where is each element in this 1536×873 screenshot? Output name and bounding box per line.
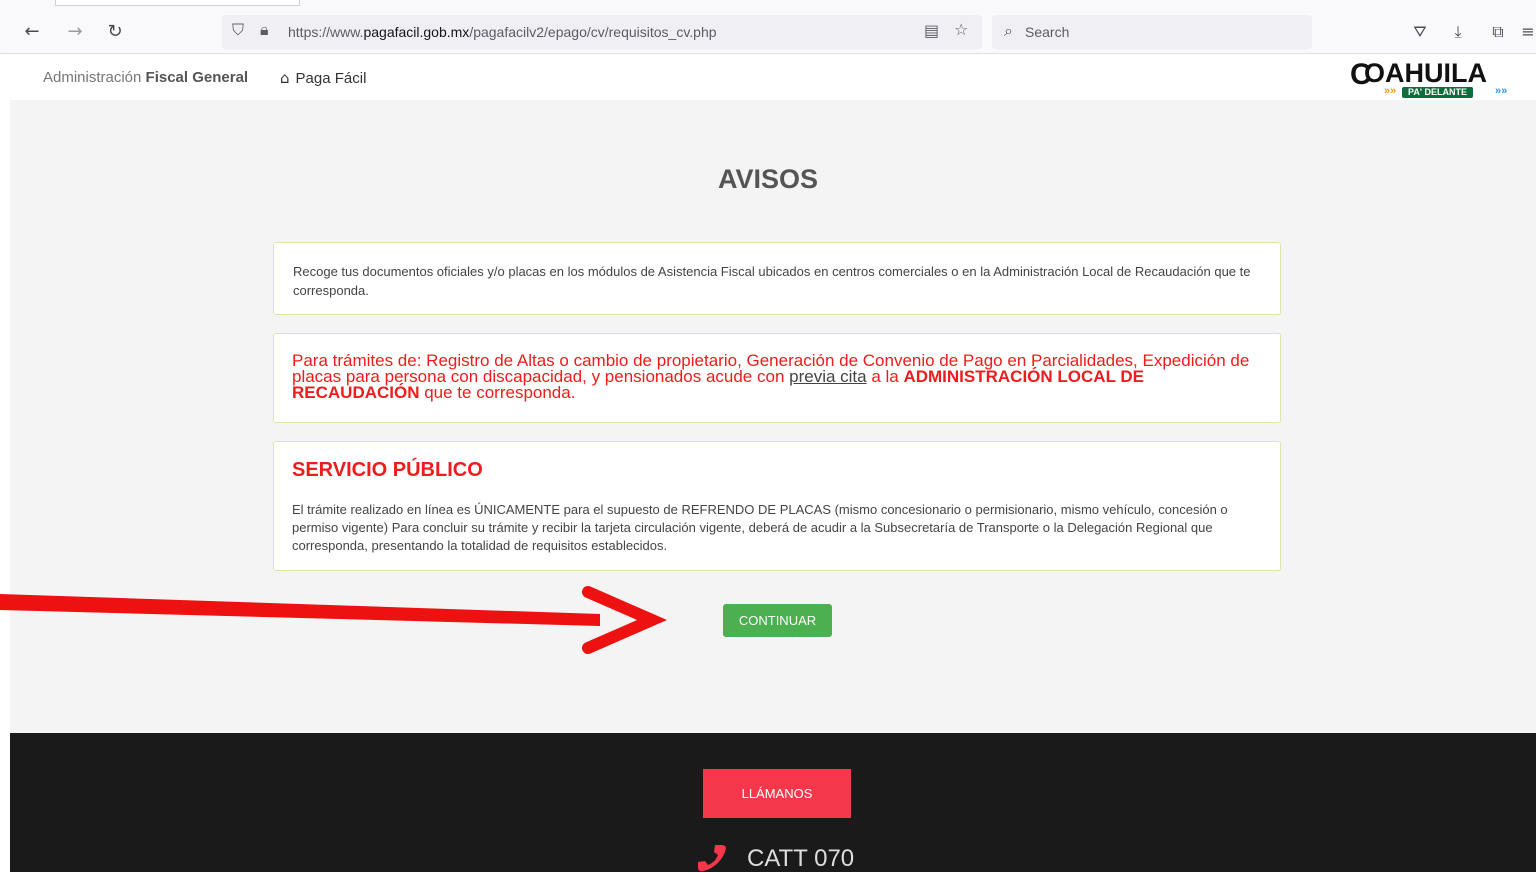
home-link[interactable]: ⌂ Paga Fácil: [280, 69, 366, 87]
search-icon: ⌕: [1004, 21, 1013, 40]
coahuila-logo[interactable]: C OAHUILA »» PA' DELANTE »»: [1350, 58, 1512, 98]
notice-pickup: Recoge tus documentos oficiales y/o plac…: [273, 242, 1281, 315]
logo-chevrons-left: »»: [1384, 85, 1397, 97]
reload-icon[interactable]: ↻: [103, 20, 127, 44]
lock-icon[interactable]: 🔒︎: [260, 20, 269, 40]
continue-button[interactable]: CONTINUAR: [723, 604, 832, 637]
notice-appointment: Para trámites de: Registro de Altas o ca…: [273, 333, 1281, 423]
shield-icon[interactable]: ⛉: [232, 20, 244, 40]
page-title: AVISOS: [717, 164, 819, 194]
browser-toolbar: ← → ↻ ⛉ 🔒︎ https://www.pagafacil.gob.mx/…: [0, 0, 1536, 54]
notice-public-service-text: El trámite realizado en línea es ÚNICAME…: [292, 502, 1228, 553]
search-input[interactable]: ⌕ Search: [992, 15, 1312, 49]
phone-icon: [698, 845, 726, 872]
url-bar[interactable]: ⛉ 🔒︎ https://www.pagafacil.gob.mx/pagafa…: [222, 15, 982, 49]
phone-number: CATT 070: [747, 845, 855, 872]
bookmark-star-icon[interactable]: ☆: [954, 20, 968, 39]
home-label: Paga Fácil: [295, 70, 367, 87]
notice-appointment-text: Para trámites de: Registro de Altas o ca…: [292, 351, 1250, 402]
home-icon: ⌂: [280, 69, 290, 87]
call-us-button[interactable]: LLÁMANOS: [703, 769, 851, 818]
logo-chevrons-right: »»: [1495, 85, 1508, 97]
forward-icon[interactable]: →: [63, 20, 87, 44]
brand-title[interactable]: Administración Fiscal General: [43, 69, 248, 86]
notice-pickup-text: Recoge tus documentos oficiales y/o plac…: [293, 264, 1251, 298]
previa-cita-link[interactable]: previa cita: [789, 367, 866, 386]
url-text[interactable]: https://www.pagafacil.gob.mx/pagafacilv2…: [288, 24, 717, 40]
menu-icon[interactable]: ≡: [1520, 20, 1536, 44]
notice-public-service: SERVICIO PÚBLICO El trámite realizado en…: [273, 441, 1281, 571]
extensions-icon[interactable]: ⧉: [1486, 20, 1510, 44]
site-header: Administración Fiscal General ⌂ Paga Fáci…: [10, 55, 1536, 100]
download-icon[interactable]: ⤓: [1446, 20, 1470, 44]
search-placeholder: Search: [1025, 24, 1070, 40]
logo-word: OAHUILA: [1364, 58, 1487, 88]
reader-view-icon[interactable]: ▤: [924, 21, 939, 40]
notice-public-service-title: SERVICIO PÚBLICO: [292, 459, 483, 481]
pocket-icon[interactable]: ⛛: [1408, 20, 1432, 44]
logo-tagline: PA' DELANTE: [1402, 87, 1473, 98]
back-icon[interactable]: ←: [20, 20, 44, 44]
annotation-arrow: [0, 586, 667, 654]
active-tab[interactable]: [55, 0, 300, 6]
